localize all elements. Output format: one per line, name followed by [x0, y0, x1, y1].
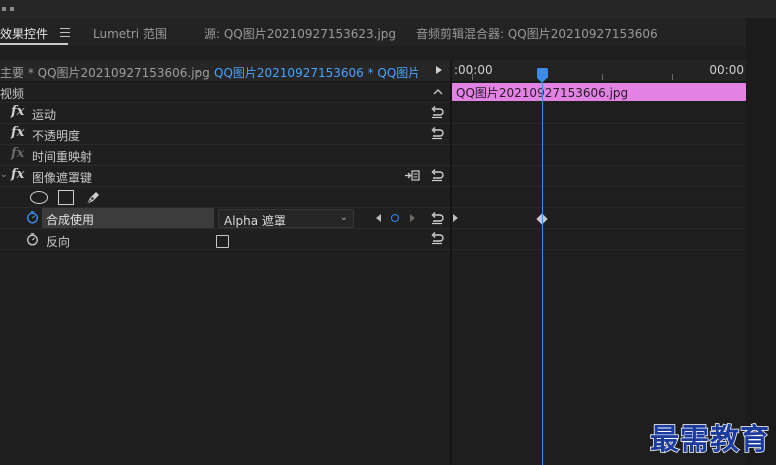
sequence-clip-link[interactable]: QQ图片20210927153606 * QQ图片2...	[214, 64, 418, 81]
fx-badge: fx	[11, 146, 25, 161]
add-keyframe-icon[interactable]	[391, 214, 399, 222]
ruler-tick	[672, 74, 673, 80]
reset-icon[interactable]	[430, 231, 444, 245]
right-gutter	[746, 18, 776, 465]
time-ruler[interactable]: :00:00 00:00	[452, 60, 746, 82]
reset-icon[interactable]	[430, 126, 444, 140]
timeline-keyframe-arrow-icon	[453, 214, 458, 222]
next-keyframe-icon[interactable]	[410, 214, 415, 222]
reset-icon[interactable]	[430, 168, 444, 182]
clip-selector-bar: 主要 * QQ图片20210927153606.jpg ⌄ QQ图片202109…	[0, 60, 450, 82]
effect-label-image-matte-key: 图像遮罩键	[32, 171, 93, 185]
pen-mask-icon[interactable]	[84, 189, 102, 207]
panel-menu-icon[interactable]	[60, 28, 70, 37]
title-strip	[0, 0, 776, 18]
ruler-tick	[472, 74, 473, 80]
stopwatch-icon[interactable]	[26, 211, 39, 224]
scroll-up-icon[interactable]	[431, 85, 445, 99]
video-section-label: 视频	[0, 87, 25, 101]
effect-row-opacity[interactable]: fx 不透明度	[0, 124, 450, 145]
ruler-tick	[602, 74, 603, 80]
timeline-clip[interactable]: QQ图片20210927153606.jpg	[452, 83, 746, 101]
chevron-down-icon[interactable]: ⌄	[0, 170, 8, 180]
ruler-start-time: :00:00	[454, 63, 493, 77]
fx-badge[interactable]: fx	[11, 104, 24, 119]
timeline-row	[452, 187, 746, 208]
active-tab-indicator	[0, 43, 68, 45]
reset-icon[interactable]	[430, 211, 444, 225]
reverse-label: 反向	[46, 235, 71, 249]
timeline-row	[452, 208, 746, 229]
effect-label-opacity: 不透明度	[32, 129, 81, 143]
effect-label-motion: 运动	[32, 108, 57, 122]
ellipse-mask-icon[interactable]	[30, 191, 48, 204]
video-section-row: 视频	[0, 82, 450, 103]
effect-row-time-remap[interactable]: fx 时间重映射	[0, 145, 450, 166]
reset-icon[interactable]	[430, 105, 444, 119]
fx-badge[interactable]: fx	[11, 125, 24, 140]
fx-badge[interactable]: fx	[11, 167, 24, 182]
timeline-row	[452, 124, 746, 145]
master-clip-label[interactable]: 主要 * QQ图片20210927153606.jpg	[0, 64, 210, 81]
composite-using-value: Alpha 遮罩	[224, 214, 286, 228]
playhead-line[interactable]	[542, 74, 543, 465]
effect-row-image-matte-key[interactable]: ⌄ fx 图像遮罩键	[0, 166, 450, 187]
ruler-end-time: 00:00	[709, 63, 744, 77]
stopwatch-icon[interactable]	[26, 233, 39, 246]
composite-using-label: 合成使用	[46, 213, 95, 227]
effect-label-time-remap: 时间重映射	[32, 150, 93, 164]
insert-mask-icon[interactable]	[404, 169, 420, 182]
rectangle-mask-icon[interactable]	[58, 190, 74, 205]
timeline-row	[452, 145, 746, 166]
chevron-down-icon[interactable]: ⌄	[193, 63, 202, 76]
tab-lumetri-scopes[interactable]: Lumetri 范围	[93, 25, 167, 42]
playhead-handle[interactable]	[537, 68, 548, 83]
tab-effect-controls[interactable]: 效果控件	[0, 25, 48, 42]
panel-tab-bar: 效果控件 Lumetri 范围 源: QQ图片20210927153623.jp…	[0, 18, 776, 46]
watermark-logo: 最需教育	[649, 421, 771, 457]
tab-source[interactable]: 源: QQ图片20210927153623.jpg	[204, 25, 396, 42]
chevron-down-icon: ⌄	[339, 212, 348, 223]
timeline-row	[452, 103, 746, 124]
timeline-row	[452, 229, 746, 250]
previous-keyframe-icon[interactable]	[376, 214, 381, 222]
tab-audio-clip-mixer[interactable]: 音频剪辑混合器: QQ图片20210927153606	[416, 25, 658, 42]
timeline-row	[452, 166, 746, 187]
reverse-checkbox[interactable]	[216, 235, 229, 248]
composite-using-dropdown[interactable]: Alpha 遮罩 ⌄	[218, 209, 354, 228]
effect-row-motion[interactable]: fx 运动	[0, 103, 450, 124]
grip-icon[interactable]	[2, 0, 20, 11]
play-icon[interactable]	[436, 66, 442, 74]
